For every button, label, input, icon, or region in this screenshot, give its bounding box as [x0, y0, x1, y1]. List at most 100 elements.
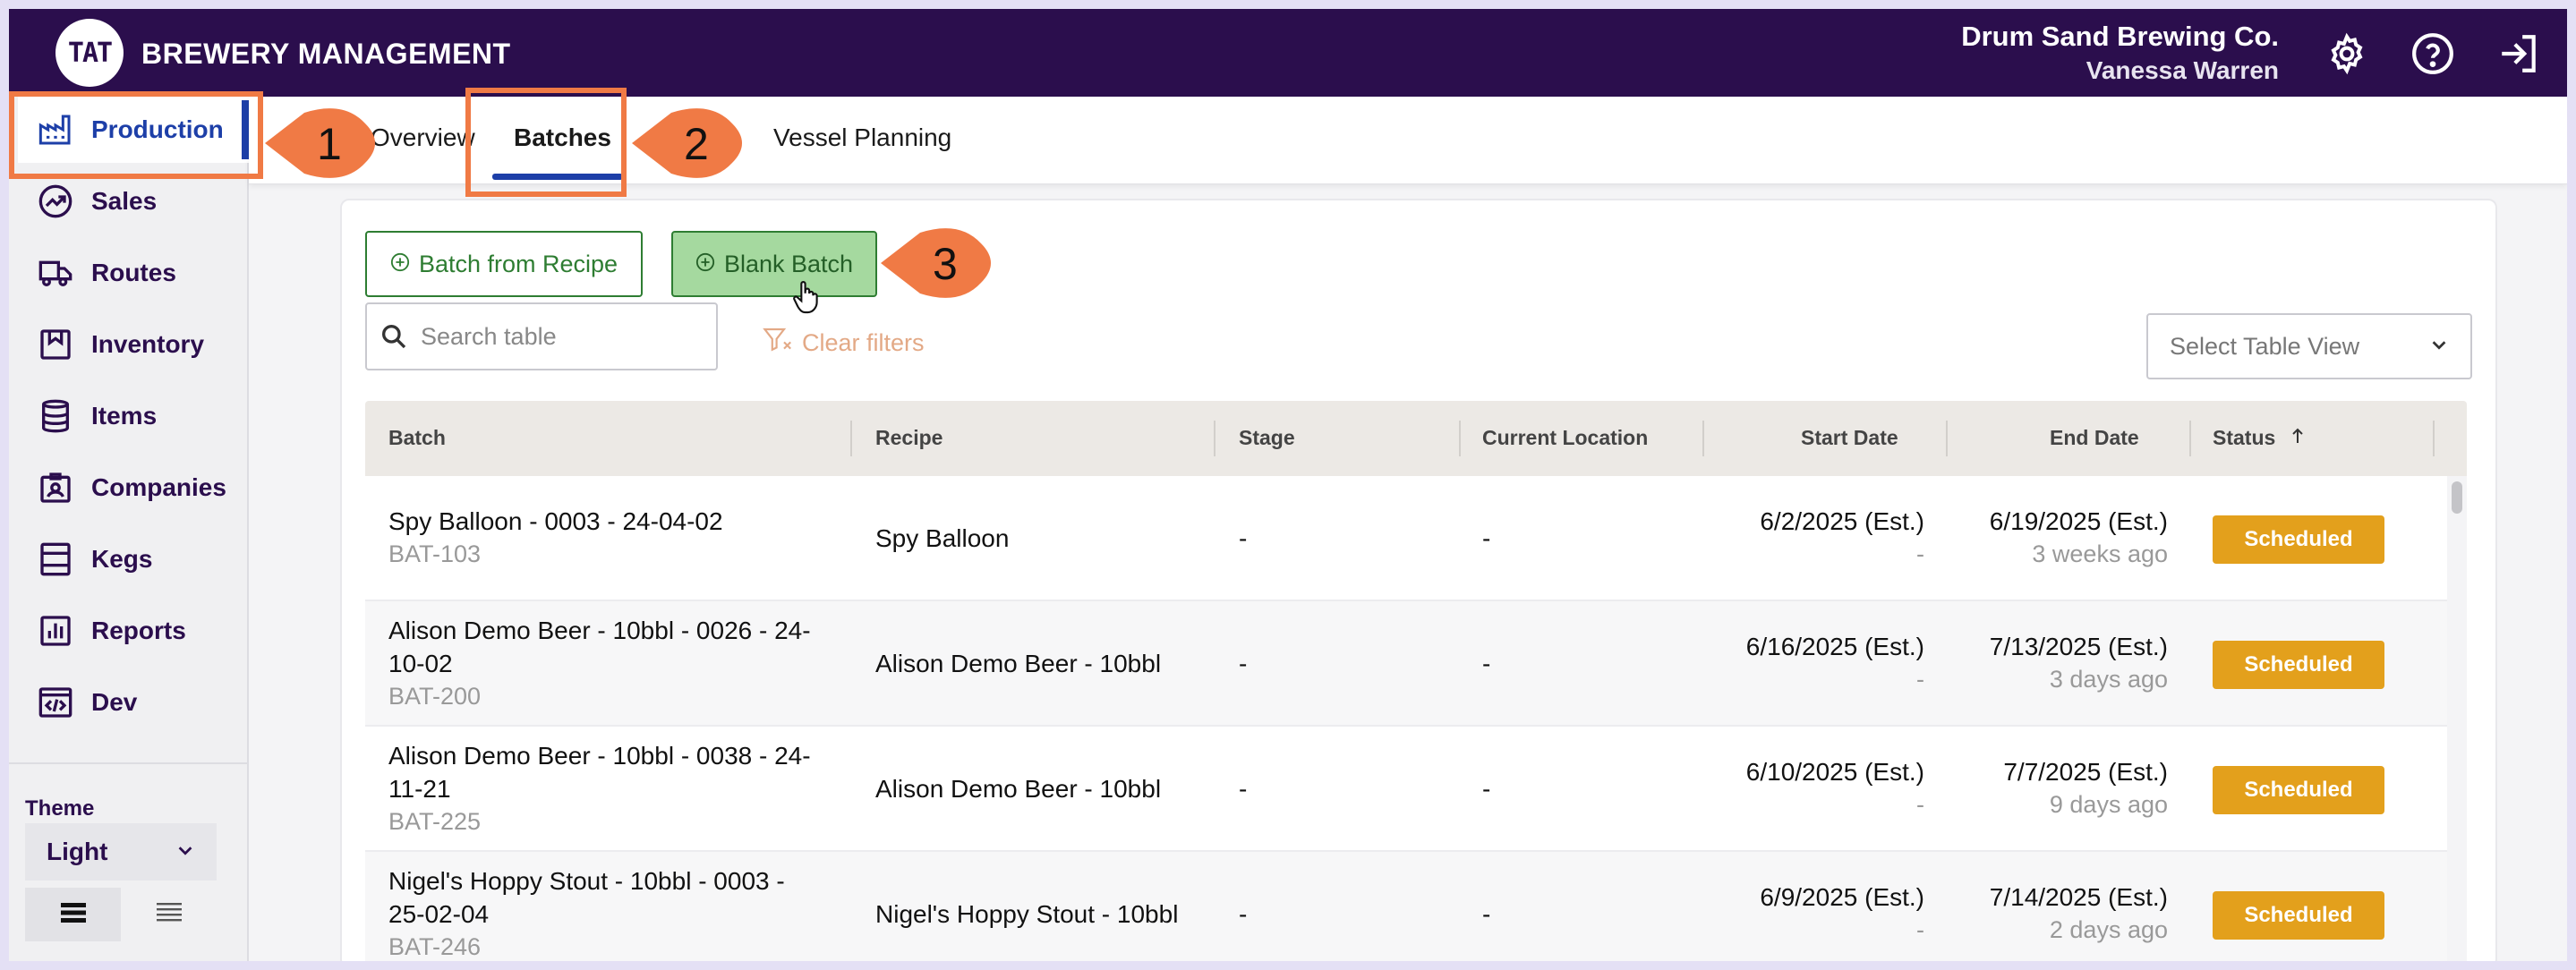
table-row[interactable]: Alison Demo Beer - 10bbl - 0038 - 24- 11…: [365, 727, 2467, 852]
trending-icon: [36, 182, 75, 221]
batch-name: Nigel's Hoppy Stout - 10bbl - 0003 -: [388, 867, 785, 895]
settings-gear-icon[interactable]: [2322, 29, 2372, 79]
density-comfortable-button[interactable]: [25, 888, 121, 941]
column-divider[interactable]: [1214, 421, 1215, 456]
search-placeholder: Search table: [421, 322, 557, 350]
batch-id: BAT-103: [388, 540, 482, 567]
list-thin-icon: [156, 901, 183, 929]
table-view-select[interactable]: Select Table View: [2146, 313, 2472, 379]
location-value: -: [1482, 775, 1491, 803]
batch-id: BAT-246: [388, 933, 482, 960]
status-header-label: Status: [2213, 426, 2276, 449]
help-question-icon[interactable]: [2408, 29, 2458, 79]
top-header: TAT BREWERY MANAGEMENT Drum Sand Brewing…: [9, 9, 2567, 97]
batch-name: Alison Demo Beer - 10bbl - 0026 - 24-: [388, 617, 811, 644]
recipe-name: Nigel's Hoppy Stout - 10bbl: [875, 900, 1179, 928]
sidebar: Production Sales Routes Inventory Items …: [9, 97, 249, 961]
sidebar-item-dev[interactable]: Dev: [18, 669, 249, 736]
column-divider[interactable]: [1702, 421, 1704, 456]
batches-panel: Batch from Recipe Blank Batch Search tab…: [340, 199, 2497, 961]
start-date: 6/2/2025 (Est.): [1760, 507, 1924, 535]
batch-from-recipe-button[interactable]: Batch from Recipe: [365, 231, 643, 297]
sidebar-item-companies[interactable]: Companies: [18, 455, 249, 521]
location-value: -: [1482, 650, 1491, 677]
end-date: 7/7/2025 (Est.): [2003, 758, 2168, 786]
end-date: 7/13/2025 (Est.): [1989, 633, 2168, 660]
stage-value: -: [1239, 650, 1248, 677]
truck-icon: [36, 253, 75, 293]
button-label: Batch from Recipe: [418, 250, 618, 277]
clear-filters-label: Clear filters: [802, 329, 925, 356]
callout-2: 2: [632, 106, 748, 181]
sidebar-item-label: Companies: [91, 473, 226, 501]
sidebar-item-items[interactable]: Items: [18, 383, 249, 449]
sidebar-item-label: Routes: [91, 259, 176, 286]
table-row[interactable]: Spy Balloon - 0003 - 24-04-02 BAT-103 Sp…: [365, 476, 2467, 601]
search-input[interactable]: Search table: [365, 302, 718, 370]
batch-name-continued: 25-02-04: [388, 900, 490, 928]
highlight-production: [9, 91, 263, 179]
sidebar-item-label: Items: [91, 402, 158, 430]
clear-filters-button[interactable]: Clear filters: [763, 326, 925, 361]
callout-1: 1: [265, 106, 381, 181]
column-header-stage[interactable]: Stage: [1239, 426, 1295, 450]
sidebar-item-inventory[interactable]: Inventory: [18, 311, 249, 378]
table-row[interactable]: Nigel's Hoppy Stout - 10bbl - 0003 - 25-…: [365, 852, 2467, 961]
table-row[interactable]: Alison Demo Beer - 10bbl - 0026 - 24- 10…: [365, 601, 2467, 727]
column-header-recipe[interactable]: Recipe: [875, 426, 943, 450]
sort-ascending-icon: [2290, 426, 2305, 449]
status-badge: Scheduled: [2213, 641, 2384, 689]
sidebar-item-reports[interactable]: Reports: [18, 598, 249, 664]
stage-value: -: [1239, 775, 1248, 803]
start-date-relative: -: [1916, 666, 1924, 693]
column-divider[interactable]: [2433, 421, 2435, 456]
status-badge: Scheduled: [2213, 515, 2384, 564]
highlight-blank-batch: [666, 220, 881, 295]
batch-name: Spy Balloon - 0003 - 24-04-02: [388, 507, 723, 535]
start-date: 6/9/2025 (Est.): [1760, 883, 1924, 911]
callout-number: 2: [684, 119, 709, 169]
table-header: Batch Recipe Stage Current Location Star…: [365, 401, 2467, 476]
theme-label: Theme: [25, 796, 95, 821]
tab-vessel-planning[interactable]: Vessel Planning: [773, 123, 951, 152]
search-icon: [380, 322, 408, 351]
column-header-current-location[interactable]: Current Location: [1482, 426, 1648, 450]
logout-icon[interactable]: [2494, 29, 2544, 79]
scrollbar-thumb[interactable]: [2452, 481, 2462, 514]
stage-value: -: [1239, 900, 1248, 928]
column-divider[interactable]: [850, 421, 852, 456]
end-date: 6/19/2025 (Est.): [1989, 507, 2168, 535]
company-name: Drum Sand Brewing Co.: [1961, 21, 2279, 52]
column-header-end-date[interactable]: End Date: [2050, 426, 2139, 450]
keg-icon: [36, 540, 75, 579]
sidebar-item-label: Dev: [91, 688, 138, 716]
column-header-batch[interactable]: Batch: [388, 426, 446, 450]
start-date-relative: -: [1916, 791, 1924, 818]
column-divider[interactable]: [1946, 421, 1948, 456]
filter-clear-icon: [763, 326, 795, 361]
sidebar-item-label: Sales: [91, 187, 158, 215]
account-info: Drum Sand Brewing Co. Vanessa Warren: [1961, 20, 2279, 88]
theme-select[interactable]: Light: [25, 823, 217, 881]
batch-name: Alison Demo Beer - 10bbl - 0038 - 24-: [388, 742, 811, 770]
status-badge: Scheduled: [2213, 891, 2384, 940]
barrel-icon: [36, 396, 75, 436]
sidebar-item-routes[interactable]: Routes: [18, 240, 249, 306]
bookmark-box-icon: [36, 325, 75, 364]
location-value: -: [1482, 524, 1491, 552]
density-toggle: [25, 888, 217, 941]
table-scrollbar[interactable]: [2447, 476, 2467, 961]
column-divider[interactable]: [2189, 421, 2191, 456]
density-compact-button[interactable]: [121, 888, 217, 941]
bar-chart-icon: [36, 611, 75, 651]
column-header-start-date[interactable]: Start Date: [1801, 426, 1898, 450]
start-date: 6/10/2025 (Est.): [1745, 758, 1924, 786]
sidebar-item-kegs[interactable]: Kegs: [18, 526, 249, 592]
end-date-relative: 2 days ago: [2049, 916, 2168, 943]
column-header-status[interactable]: Status: [2213, 426, 2305, 450]
chevron-down-icon: [175, 838, 195, 866]
start-date-relative: -: [1916, 916, 1924, 943]
column-divider[interactable]: [1459, 421, 1461, 456]
tab-overview[interactable]: Overview: [371, 123, 475, 152]
list-thick-icon: [60, 901, 87, 929]
